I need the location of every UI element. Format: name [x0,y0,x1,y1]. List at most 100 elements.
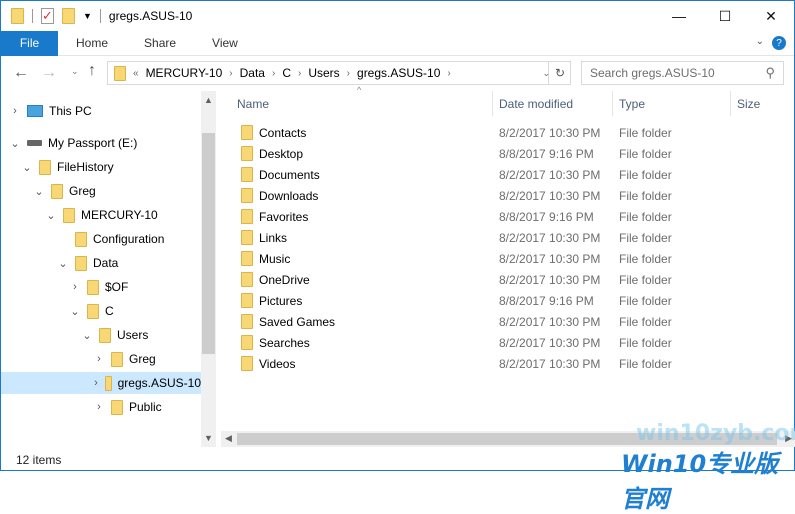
chevron-down-icon[interactable]: ⌄ [21,161,33,174]
new-folder-icon[interactable] [62,8,75,24]
chevron-right-icon[interactable]: › [93,377,99,389]
folder-icon [241,356,253,371]
nav-item[interactable]: ⌄ Users [81,324,148,346]
file-name: Searches [259,335,310,350]
customize-dropdown-icon[interactable]: ▼ [83,11,92,21]
chevron-down-icon[interactable]: ⌄ [33,185,45,198]
nav-item-label: Public [129,400,162,414]
column-header-type[interactable]: Type [613,91,731,116]
folder-icon [241,167,253,182]
address-bar[interactable]: « MERCURY-10 › Data › C › Users › gregs.ASUS… [107,61,571,85]
search-input[interactable]: Search gregs.ASUS-10 ⚲ [581,61,784,85]
file-row[interactable]: Pictures 8/8/2017 9:16 PM File folder [231,290,791,311]
maximize-button[interactable]: ☐ [702,1,748,31]
chevron-down-icon[interactable]: ⌄ [57,257,69,270]
file-type: File folder [619,188,672,203]
nav-item[interactable]: › This PC [9,100,92,122]
file-row[interactable]: Music 8/2/2017 10:30 PM File folder [231,248,791,269]
divider [99,9,101,23]
back-button[interactable]: ← [13,64,29,82]
chevron-right-icon[interactable]: › [347,68,350,79]
file-name: Contacts [259,125,307,140]
file-row[interactable]: Links 8/2/2017 10:30 PM File folder [231,227,791,248]
file-row[interactable]: Saved Games 8/2/2017 10:30 PM File folder [231,311,791,332]
breadcrumb-c[interactable]: C [282,66,291,80]
refresh-button[interactable]: ↻ [548,61,571,85]
breadcrumb-users[interactable]: Users [308,66,339,80]
file-row[interactable]: Contacts 8/2/2017 10:30 PM File folder [231,122,791,143]
column-header-size[interactable]: Size [731,91,791,116]
scroll-down-icon[interactable]: ▼ [201,433,216,443]
nav-item[interactable]: ⌄ FileHistory [21,156,114,178]
chevron-right-icon[interactable]: › [298,68,301,79]
nav-item[interactable]: ⌄ Greg [33,180,96,202]
file-row[interactable]: Documents 8/2/2017 10:30 PM File folder [231,164,791,185]
file-row[interactable]: Desktop 8/8/2017 9:16 PM File folder [231,143,791,164]
chevron-right-icon[interactable]: › [229,68,232,79]
nav-item[interactable]: › Public [93,396,162,418]
computer-icon [27,105,43,117]
chevron-right-icon[interactable]: › [447,68,450,79]
recent-locations-icon[interactable]: ⌄ [71,66,79,77]
breadcrumb-mercury-10[interactable]: MERCURY-10 [146,66,223,80]
tab-share[interactable]: Share [126,31,194,56]
column-header-name[interactable]: Name [231,91,493,116]
file-type: File folder [619,314,672,329]
nav-item[interactable]: ⌄ Data [57,252,118,274]
nav-item-label: Users [117,328,149,342]
folder-icon [75,231,87,247]
file-row[interactable]: Downloads 8/2/2017 10:30 PM File folder [231,185,791,206]
minimize-button[interactable]: — [656,1,702,31]
nav-item-label: Configuration [93,232,165,246]
file-type: File folder [619,230,672,245]
nav-item[interactable]: › gregs.ASUS-10 [1,372,201,394]
help-icon[interactable]: ? [772,36,786,50]
nav-item[interactable]: ⌄ My Passport (E:) [9,132,137,154]
file-row[interactable]: Videos 8/2/2017 10:30 PM File folder [231,353,791,374]
close-button[interactable]: ✕ [748,1,794,31]
file-row[interactable]: OneDrive 8/2/2017 10:30 PM File folder [231,269,791,290]
chevron-right-icon[interactable]: › [272,68,275,79]
chevron-down-icon[interactable]: ⌄ [9,137,21,150]
expand-ribbon-icon[interactable]: ⌄ [756,36,764,47]
file-type: File folder [619,272,672,287]
tab-view[interactable]: View [194,31,256,56]
nav-item-label: Data [93,256,119,270]
scroll-thumb[interactable] [202,133,215,354]
file-date: 8/2/2017 10:30 PM [499,188,601,203]
nav-item[interactable]: › Greg [93,348,156,370]
file-row[interactable]: Favorites 8/8/2017 9:16 PM File folder [231,206,791,227]
tab-home[interactable]: Home [58,31,126,56]
file-row[interactable]: Searches 8/2/2017 10:30 PM File folder [231,332,791,353]
nav-item[interactable]: ⌄ C [69,300,114,322]
file-type: File folder [619,293,672,308]
chevron-down-icon[interactable]: ⌄ [81,329,93,342]
scroll-up-icon[interactable]: ▲ [201,95,216,105]
file-name: Favorites [259,209,309,224]
nav-item-label: This PC [49,104,92,118]
column-header-date-modified[interactable]: Date modified [493,91,613,116]
chevron-right-icon[interactable]: › [93,353,105,365]
nav-item[interactable]: › $OF [69,276,128,298]
chevron-right-icon[interactable]: › [9,105,21,117]
file-date: 8/2/2017 10:30 PM [499,230,601,245]
file-name: Music [259,251,291,266]
scroll-left-icon[interactable]: ◀ [225,433,232,444]
chevron-right-icon[interactable]: › [93,401,105,413]
overflow-chevron[interactable]: « [133,68,139,79]
forward-button[interactable]: → [41,64,57,82]
breadcrumb-data[interactable]: Data [240,66,265,80]
nav-item[interactable]: ⌄ MERCURY-10 [45,204,158,226]
breadcrumb-current[interactable]: gregs.ASUS-10 [357,66,440,80]
folder-icon [241,146,253,161]
chevron-right-icon[interactable]: › [69,281,81,293]
chevron-down-icon[interactable]: ⌄ [69,305,81,318]
folder-icon [114,65,126,81]
properties-icon[interactable]: ✓ [41,8,54,24]
up-button[interactable]: ↑ [88,62,96,80]
status-item-count: 12 items [16,453,62,467]
chevron-down-icon[interactable]: ⌄ [45,209,57,222]
nav-scrollbar[interactable]: ▲ ▼ [201,91,216,447]
tab-file[interactable]: File [1,30,58,56]
nav-item[interactable]: Configuration [57,228,164,250]
